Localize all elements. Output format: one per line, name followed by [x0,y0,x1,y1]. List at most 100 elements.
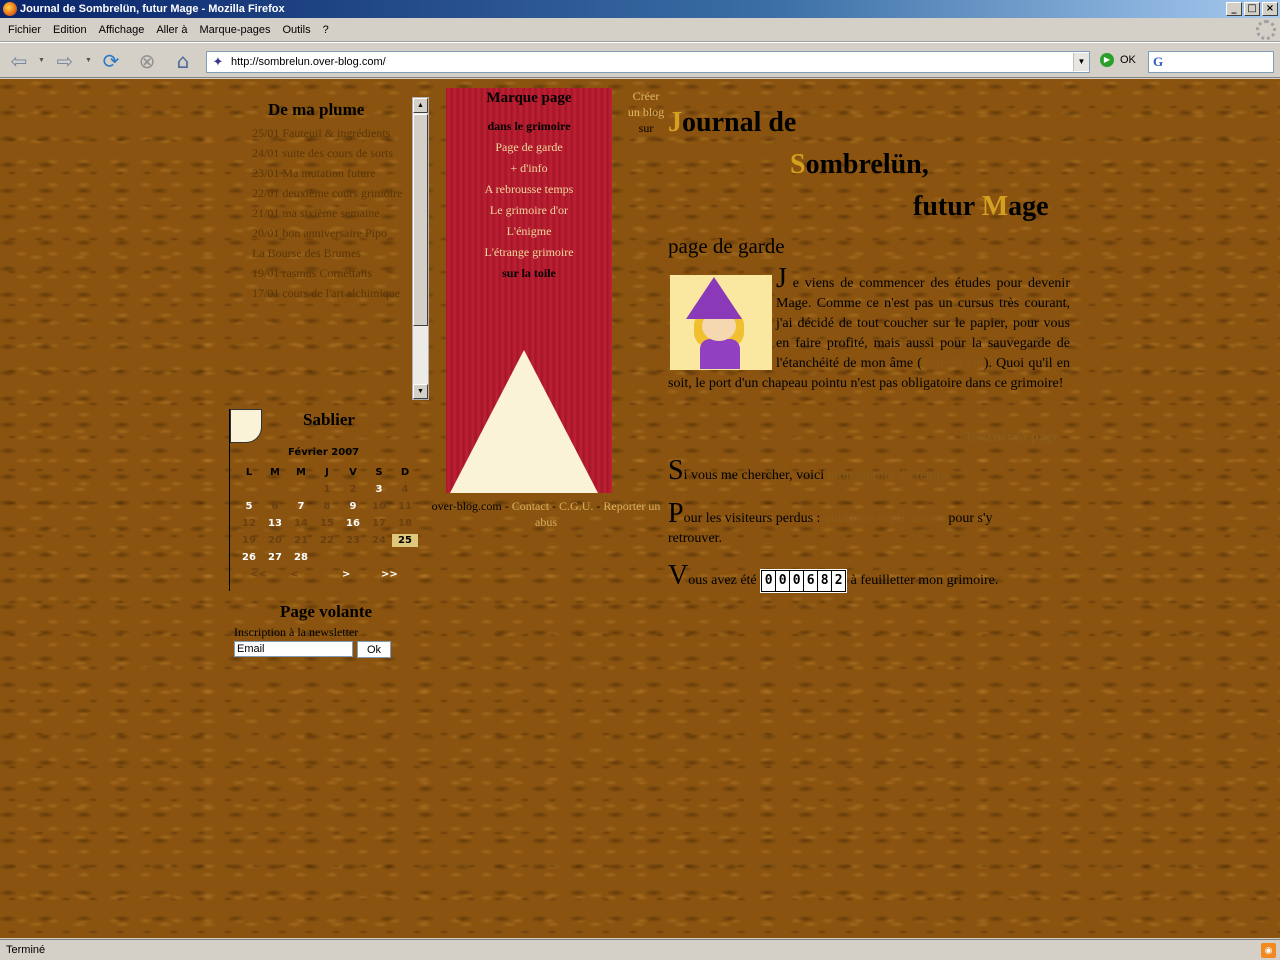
volante-title: Page volante [280,602,373,621]
calendar-day[interactable]: 9 [340,501,366,512]
url-input[interactable] [231,53,1073,71]
calendar-next-month[interactable]: > [342,569,350,580]
home-icon: ⌂ [176,49,190,73]
explanations-link[interactable]: quelques explications [824,511,945,526]
menu-outils[interactable]: Outils [282,24,310,36]
schedule-link[interactable]: mon emploi du temps [828,468,950,483]
google-icon[interactable]: G [1149,54,1167,70]
newsletter-email-input[interactable] [234,641,353,657]
back-dropdown-icon[interactable]: ▼ [38,57,45,64]
address-bar[interactable]: ✦ ▼ [206,51,1090,73]
scroll-thumb[interactable] [413,114,428,326]
calendar-header-row: L M M J V S D [236,464,418,481]
turn-page-link[interactable]: Tourner la page [964,430,1059,446]
post-link[interactable]: 24/01 suite des cours de sorts [252,145,408,161]
posts-scrollbar[interactable]: ▲ ▼ [412,97,429,400]
journal-title-line-1: Journal de [668,107,796,139]
post-link[interactable]: 25/01 Fauteuil & ingrédients [252,125,408,141]
calendar-day: 22 [320,535,334,546]
calendar-month: Février 2007 [288,447,360,458]
drop-cap: P [668,498,684,529]
calendar-day[interactable]: 13 [262,518,288,529]
drop-cap: J [776,263,787,294]
menu-fichier[interactable]: Fichier [8,24,41,36]
page-viewport: De ma plume 25/01 Fauteuil & ingrédients… [0,79,1280,938]
weekday-label: V [349,467,357,478]
ribbon-link-etrange-grimoire[interactable]: L'étrange grimoire [446,242,612,263]
navigation-toolbar: ⇦ ▼ ⇨ ▼ ⟳ ⊗ ⌂ ✦ ▼ ▶ OK G [0,42,1280,78]
menu-aller[interactable]: Aller à [156,24,187,36]
post-link[interactable]: 21/01 ma sixième semaine [252,205,408,221]
calendar-day[interactable]: 27 [262,552,288,563]
newsletter-ok-button[interactable]: Ok [357,641,391,658]
create-blog-link[interactable]: Créer un blog [626,88,666,120]
calendar-day: 6 [271,501,279,512]
plume-title: De ma plume [268,100,365,119]
avatar-robe [700,339,740,369]
post-link[interactable]: 17/01 cours de l'art alchimique [252,285,408,301]
post-link[interactable]: La Bourse des Brumes [252,245,408,261]
menu-help[interactable]: ? [323,24,329,36]
menu-bar: Fichier Edition Affichage Aller à Marque… [0,18,1280,42]
visitors-paragraph: Pour les visiteurs perdus : quelques exp… [668,500,1018,549]
forward-dropdown-icon[interactable]: ▼ [85,57,92,64]
stop-button[interactable]: ⊗ [134,48,160,74]
ribbon-link-enigme[interactable]: L'énigme [446,221,612,242]
ribbon-link-info[interactable]: + d'info [446,158,612,179]
post-link[interactable]: 20/01 bon anniversaire Pipo [252,225,408,241]
calendar-week-row: 19 20 21 22 23 24 25 [236,532,418,549]
weekday-label: L [245,467,253,478]
ribbon-link-page-de-garde[interactable]: Page de garde [446,137,612,158]
calendar-day: 19 [242,535,256,546]
calendar-day[interactable]: 26 [236,552,262,563]
calendar-day: 23 [346,535,360,546]
calendar-day[interactable]: 3 [366,484,392,495]
rss-feed-icon[interactable]: ◉ [1261,943,1276,958]
schedule-paragraph: Si vous me chercher, voici mon emploi du… [668,457,1070,486]
forward-button[interactable]: ⇨ [52,48,78,74]
blog-footer-links: over-blog.com - Contact - C.G.U. - Repor… [430,498,662,530]
footer-contact-link[interactable]: Contact [512,499,549,513]
minimize-button[interactable]: _ [1226,2,1242,16]
counter-text-after: à feuilletter mon grimoire. [847,573,999,588]
footer-cgu-link[interactable]: C.G.U. [559,499,593,513]
calendar-day[interactable]: 5 [236,501,262,512]
ribbon-link-grimoire-or[interactable]: Le grimoire d'or [446,200,612,221]
calendar-next-year[interactable]: >> [381,569,398,580]
search-bar[interactable]: G [1148,51,1274,73]
maximize-button[interactable]: □ [1244,2,1260,16]
url-history-dropdown-icon[interactable]: ▼ [1073,53,1089,71]
sablier-decoration [230,409,262,443]
menu-marque-pages[interactable]: Marque-pages [200,24,271,36]
menu-edition[interactable]: Edition [53,24,87,36]
menu-affichage[interactable]: Affichage [99,24,145,36]
forward-arrow-icon: ⇨ [56,49,74,73]
calendar-day[interactable]: 28 [288,552,314,563]
post-link[interactable]: 23/01 Ma mutation future [252,165,408,181]
go-label: OK [1120,54,1136,66]
counter-digit: 8 [818,570,832,591]
post-link[interactable]: 19/01 rasmus Cornettalis [252,265,408,281]
reload-button[interactable]: ⟳ [98,48,124,74]
scroll-down-icon[interactable]: ▼ [413,384,428,399]
go-button[interactable]: ▶ OK [1100,53,1136,67]
calendar-day: 11 [398,501,412,512]
calendar-prev-month[interactable]: < [290,569,298,580]
calendar-today[interactable]: 25 [392,534,418,547]
scroll-up-icon[interactable]: ▲ [413,98,428,113]
title-text: ombrelün, [805,149,929,180]
calendar-day[interactable]: 7 [288,501,314,512]
search-input[interactable] [1167,56,1267,68]
weekday-label: D [400,467,410,478]
back-button[interactable]: ⇦ [6,48,32,74]
calendar-day[interactable]: 16 [340,518,366,529]
close-button[interactable]: × [1262,2,1278,16]
calendar-prev-year[interactable]: << [250,569,267,580]
home-button[interactable]: ⌂ [170,48,196,74]
ribbon-link-rebrousse-temps[interactable]: A rebrousse temps [446,179,612,200]
counter-paragraph: Vous avez été 000682 à feuilletter mon g… [668,562,1070,593]
intro-link[interactable]: voir 20 jan [922,356,984,371]
post-link[interactable]: 22/01 deuxième cours grimoire [252,185,408,201]
footer-site[interactable]: over-blog.com [432,499,502,513]
counter-digit: 0 [790,570,804,591]
